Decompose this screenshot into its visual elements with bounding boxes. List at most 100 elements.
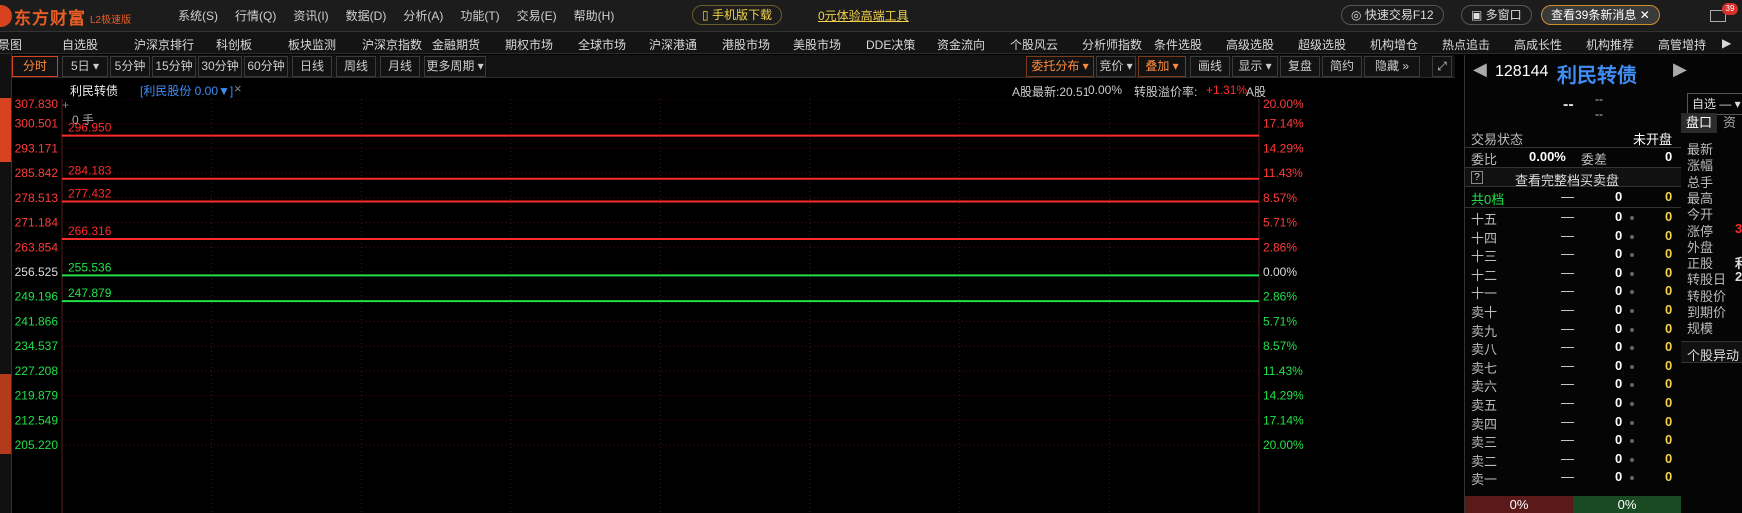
level-price: —	[1561, 376, 1574, 392]
tab-handicap[interactable]: 盘口	[1681, 113, 1717, 133]
y-tick-label: 300.501	[15, 117, 59, 131]
nav-index[interactable]: 沪深京指数	[362, 36, 422, 53]
nav-condition-pick[interactable]: 条件选股	[1154, 36, 1202, 53]
nav-watchlist[interactable]: 自选股	[62, 36, 98, 53]
nav-super-pick[interactable]: 超级选股	[1298, 36, 1346, 53]
period-daily[interactable]: 日线	[292, 56, 332, 77]
level-label: 卖七	[1471, 360, 1498, 376]
period-5min[interactable]: 5分钟	[110, 56, 150, 77]
period-intraday[interactable]: 分时	[12, 56, 58, 77]
nav-dde[interactable]: DDE决策	[866, 36, 915, 53]
linked-stock-link[interactable]: [利民股份 0.00▼]	[140, 82, 233, 99]
menu-analysis[interactable]: 分析(A)	[403, 7, 443, 24]
period-15min[interactable]: 15分钟	[152, 56, 196, 77]
mobile-download-button[interactable]: ▯ 手机版下载	[692, 5, 782, 25]
level-dot-icon	[1630, 234, 1634, 239]
a-share-change: 0.00%	[1088, 83, 1123, 97]
weibi-row: 委比 0.00% 委差 0	[1465, 149, 1681, 167]
intraday-chart[interactable]: 307.830 300.501 293.171 285.842 278.513 271.1…	[12, 99, 1455, 513]
level-volume: 0	[1615, 283, 1623, 299]
stock-alert-header[interactable]: 个股异动	[1681, 341, 1742, 363]
period-weekly[interactable]: 周线	[336, 56, 376, 77]
nav-more-icon[interactable]: ▶	[1722, 36, 1731, 50]
nav-star-market[interactable]: 科创板	[216, 36, 252, 53]
nav-global[interactable]: 全球市场	[578, 36, 626, 53]
multi-window-button[interactable]: ▣ 多窗口	[1461, 5, 1532, 25]
pct-tick-label: 5.71%	[1263, 216, 1297, 230]
chart-canvas: 307.830 300.501 293.171 285.842 278.513 271.1…	[15, 99, 1304, 513]
level-count: 0	[1665, 450, 1673, 466]
nav-fund-flow[interactable]: 资金流向	[937, 36, 985, 53]
nav-sector-monitor[interactable]: 板块监测	[288, 36, 336, 53]
news-button[interactable]: 查看39条新消息 ✕	[1541, 5, 1660, 25]
order-distribution-button[interactable]: 委托分布 ▾	[1026, 56, 1094, 77]
nav-options[interactable]: 期权市场	[505, 36, 553, 53]
nav-panorama[interactable]: 全景图	[0, 36, 22, 53]
period-monthly[interactable]: 月线	[380, 56, 420, 77]
tool-promo-link[interactable]: 0元体验高端工具	[818, 7, 909, 27]
full-book-row[interactable]: ? 查看完整档买卖盘	[1465, 167, 1681, 189]
replay-button[interactable]: 复盘	[1280, 56, 1320, 77]
nav-analyst-index[interactable]: 分析师指数	[1082, 36, 1142, 53]
level-dot-icon	[1630, 364, 1634, 369]
nav-growth[interactable]: 高成长性	[1514, 36, 1562, 53]
menu-function[interactable]: 功能(T)	[460, 7, 499, 24]
level-price: —	[1561, 302, 1574, 317]
help-icon[interactable]: ?	[1471, 171, 1483, 184]
level-label: 十一	[1471, 286, 1498, 302]
hide-button[interactable]: 隐藏 »	[1364, 56, 1420, 77]
level-count: 0	[1665, 227, 1673, 243]
menu-info[interactable]: 资讯(I)	[293, 7, 328, 24]
full-book-link[interactable]: 查看完整档买卖盘	[1515, 170, 1619, 189]
nav-advanced-pick[interactable]: 高级选股	[1226, 36, 1274, 53]
period-5day[interactable]: 5日 ▾	[62, 56, 108, 77]
overlay-button[interactable]: 叠加 ▾	[1138, 56, 1186, 77]
y-tick-label: 234.537	[15, 339, 59, 353]
menu-trade[interactable]: 交易(E)	[517, 7, 557, 24]
prev-security-icon[interactable]: ◀	[1473, 59, 1487, 80]
order-level-row: 卖六 — 0 0	[1465, 376, 1681, 394]
nav-us[interactable]: 美股市场	[793, 36, 841, 53]
period-60min[interactable]: 60分钟	[244, 56, 288, 77]
watchlist-select[interactable]: 自选 — ▾	[1687, 93, 1742, 115]
level-count: 0	[1665, 246, 1673, 262]
menu-quote[interactable]: 行情(Q)	[235, 7, 276, 24]
level-volume: 0	[1615, 227, 1623, 243]
nav-hotspot[interactable]: 热点追击	[1442, 36, 1490, 53]
nav-hk[interactable]: 港股市场	[722, 36, 770, 53]
left-tab-secondary[interactable]	[0, 374, 11, 454]
simple-button[interactable]: 简约	[1322, 56, 1362, 77]
display-label: 显示	[1238, 59, 1263, 73]
tab-info[interactable]: 资	[1719, 113, 1742, 133]
draw-button[interactable]: 画线	[1190, 56, 1230, 77]
menu-data[interactable]: 数据(D)	[346, 7, 387, 24]
pct-tick-label: 20.00%	[1263, 438, 1304, 452]
fullscreen-icon[interactable]: ⤢	[1432, 56, 1452, 77]
close-icon[interactable]: ✕	[1640, 8, 1650, 22]
nav-ranking[interactable]: 沪深京排行	[134, 36, 194, 53]
auction-button[interactable]: 竞价 ▾	[1096, 56, 1136, 77]
level-dot-icon	[1630, 383, 1634, 388]
nav-inst-recommend[interactable]: 机构推荐	[1586, 36, 1634, 53]
menu-system[interactable]: 系统(S)	[178, 7, 218, 24]
nav-exec-increase[interactable]: 高管增持	[1658, 36, 1706, 53]
nav-financial-futures[interactable]: 金融期货	[432, 36, 480, 53]
period-more[interactable]: 更多周期 ▾	[424, 56, 486, 77]
order-level-row: 十五 — 0 0	[1465, 209, 1681, 227]
next-security-icon[interactable]: ▶	[1673, 59, 1687, 80]
level-volume: 0	[1615, 413, 1623, 429]
display-button[interactable]: 显示 ▾	[1232, 56, 1278, 77]
nav-connect[interactable]: 沪深港通	[649, 36, 697, 53]
nav-inst-increase[interactable]: 机构增仓	[1370, 36, 1418, 53]
period-30min[interactable]: 30分钟	[198, 56, 242, 77]
quick-trade-button[interactable]: ◎ 快速交易F12	[1341, 5, 1444, 25]
app-logo[interactable]: 东方财富 L2极速版	[0, 4, 131, 28]
level-label: 卖五	[1471, 398, 1498, 413]
chart-toolbar: 分时 5日 ▾ 5分钟 15分钟 30分钟 60分钟 日线 周线 月线 更多周期…	[12, 55, 1455, 78]
close-overlay-icon[interactable]: ×	[234, 81, 242, 96]
level-dot-icon	[1630, 346, 1634, 351]
menu-help[interactable]: 帮助(H)	[574, 7, 615, 24]
nav-stock-news[interactable]: 个股风云	[1010, 36, 1058, 53]
left-tab-active[interactable]	[0, 98, 11, 162]
price-change: --	[1595, 92, 1603, 106]
